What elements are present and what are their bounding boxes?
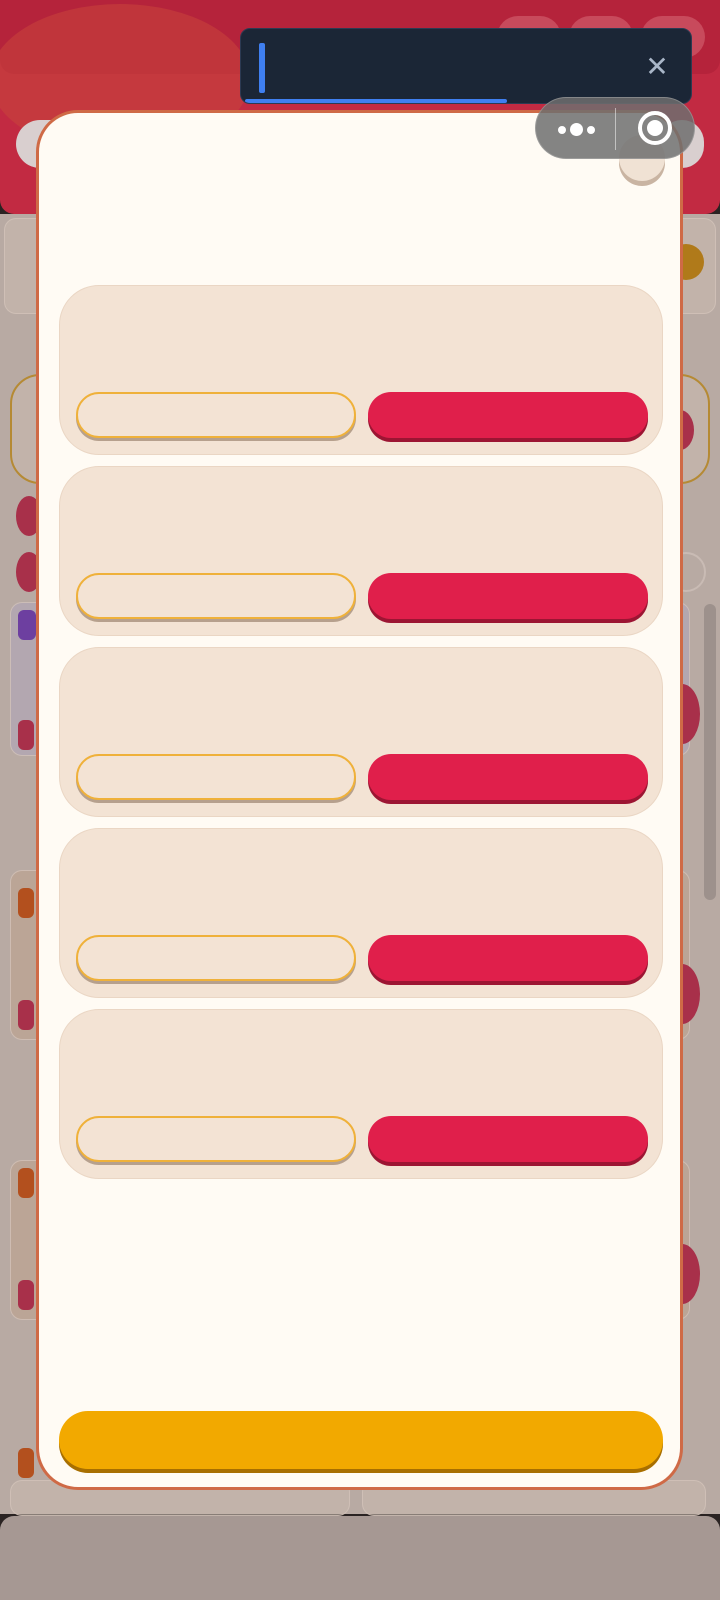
option-secondary-button[interactable] <box>76 573 356 619</box>
miniprogram-capsule <box>535 97 695 159</box>
option-primary-button[interactable] <box>368 392 648 438</box>
close-icon[interactable]: ✕ <box>637 47 677 87</box>
text-input-field[interactable] <box>273 45 613 89</box>
more-dots-icon[interactable] <box>536 98 615 160</box>
option-primary-button[interactable] <box>368 935 648 981</box>
confirm-button[interactable] <box>59 1411 663 1469</box>
ring-dot <box>647 120 663 136</box>
card-accent <box>18 888 34 918</box>
options-modal <box>36 110 683 1490</box>
dot <box>558 126 566 134</box>
option-primary-button[interactable] <box>368 1116 648 1162</box>
option-card <box>59 647 663 817</box>
card-accent <box>18 1448 34 1478</box>
bottom-bar <box>0 1516 720 1600</box>
option-card <box>59 466 663 636</box>
option-card <box>59 828 663 998</box>
input-focus-underline <box>245 99 507 103</box>
option-secondary-button[interactable] <box>76 754 356 800</box>
option-primary-button[interactable] <box>368 754 648 800</box>
scrollbar[interactable] <box>704 604 716 900</box>
text-cursor <box>259 43 265 93</box>
text-input-bar: ✕ <box>240 28 692 104</box>
option-primary-button[interactable] <box>368 573 648 619</box>
dot <box>570 123 583 136</box>
card-accent <box>18 1280 34 1310</box>
option-secondary-button[interactable] <box>76 935 356 981</box>
option-secondary-button[interactable] <box>76 1116 356 1162</box>
card-accent <box>18 720 34 750</box>
target-circle-icon[interactable] <box>616 98 696 160</box>
option-secondary-button[interactable] <box>76 392 356 438</box>
option-card <box>59 285 663 455</box>
option-card <box>59 1009 663 1179</box>
card-accent <box>18 610 36 640</box>
dot <box>587 126 595 134</box>
card-accent <box>18 1000 34 1030</box>
card-accent <box>18 1168 34 1198</box>
